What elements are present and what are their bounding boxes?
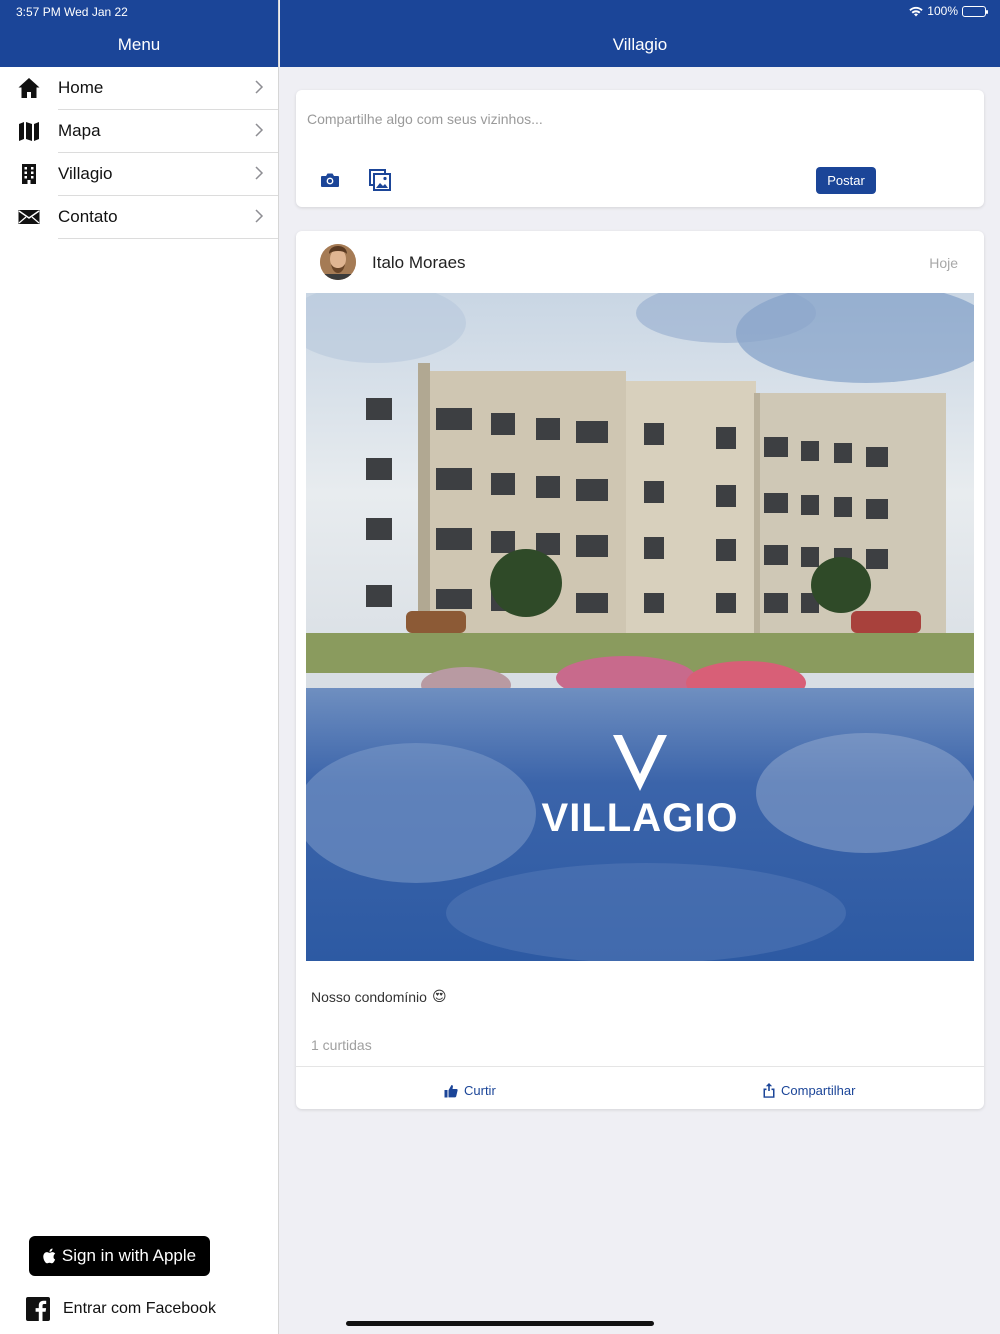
apple-button-label: Sign in with Apple <box>61 1246 197 1265</box>
sidebar-item-home[interactable]: Home <box>0 67 278 110</box>
thumbs-up-icon <box>444 1084 458 1097</box>
chevron-right-icon <box>255 166 264 180</box>
map-icon <box>19 122 39 141</box>
share-button[interactable]: Compartilhar <box>763 1083 855 1098</box>
sidebar-item-label: Home <box>58 78 104 97</box>
post-composer: Compartilhe algo com seus vizinhos... Po… <box>296 90 984 207</box>
gallery-icon[interactable] <box>369 169 391 191</box>
sidebar-item-label: Villagio <box>58 164 113 183</box>
home-icon <box>18 78 40 98</box>
facebook-button-label: Entrar com Facebook <box>63 1300 216 1317</box>
sidebar-item-villagio[interactable]: Villagio <box>0 153 278 196</box>
heart-eyes-emoji: 😍 <box>431 988 447 1004</box>
post-date: Hoje <box>929 255 958 271</box>
chevron-right-icon <box>255 209 264 223</box>
apple-icon <box>43 1248 56 1264</box>
post-author[interactable]: Italo Moraes <box>372 253 466 273</box>
status-right: 100% <box>909 4 988 18</box>
avatar[interactable] <box>320 244 356 280</box>
facebook-login-button[interactable]: Entrar com Facebook <box>26 1296 266 1322</box>
camera-icon[interactable] <box>320 171 340 189</box>
like-label: Curtir <box>464 1083 496 1098</box>
share-label: Compartilhar <box>781 1083 856 1098</box>
post-caption-text: Nosso condomínio <box>311 988 427 1005</box>
post-image[interactable]: VILLAGIO <box>306 293 974 961</box>
building-icon <box>22 164 36 184</box>
sidebar-item-label: Mapa <box>58 121 101 140</box>
sidebar-item-label: Contato <box>58 207 118 226</box>
sidebar: Menu Home Mapa Villagio Contato Sign in … <box>0 0 279 1334</box>
chevron-right-icon <box>255 80 264 94</box>
share-icon <box>763 1083 775 1098</box>
post-caption: Nosso condomínio 😍 <box>311 988 447 1005</box>
status-bar: 3:57 PM Wed Jan 22 100% <box>0 0 1000 22</box>
image-brand-text: VILLAGIO <box>542 796 739 840</box>
post-button[interactable]: Postar <box>816 167 876 194</box>
battery-icon <box>962 5 988 17</box>
wifi-icon <box>909 6 923 16</box>
composer-input[interactable]: Compartilhe algo com seus vizinhos... <box>307 111 543 127</box>
home-indicator[interactable] <box>346 1321 654 1326</box>
battery-percent: 100% <box>927 4 958 18</box>
sidebar-item-contato[interactable]: Contato <box>0 196 278 239</box>
chevron-right-icon <box>255 123 264 137</box>
envelope-icon <box>18 210 40 224</box>
sign-in-with-apple-button[interactable]: Sign in with Apple <box>29 1236 210 1276</box>
sidebar-item-mapa[interactable]: Mapa <box>0 110 278 153</box>
status-time: 3:57 PM Wed Jan 22 <box>16 5 128 19</box>
post-actions: Curtir Compartilhar <box>296 1066 984 1109</box>
facebook-icon <box>26 1297 50 1321</box>
likes-count[interactable]: 1 curtidas <box>311 1037 372 1053</box>
feed-post: Italo Moraes Hoje VILLAGIO Nosso condomí… <box>296 231 984 1109</box>
like-button[interactable]: Curtir <box>444 1083 496 1098</box>
